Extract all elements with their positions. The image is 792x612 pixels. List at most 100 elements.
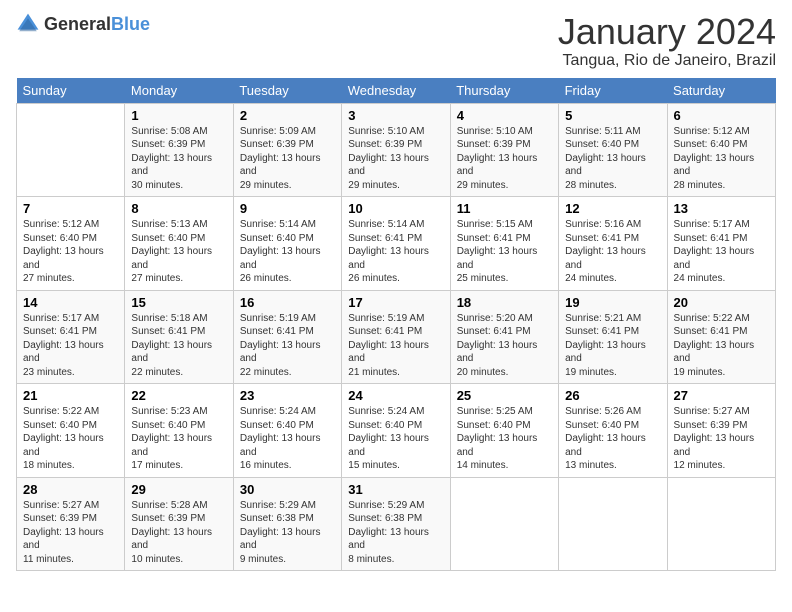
day-number: 13: [674, 201, 769, 216]
day-number: 11: [457, 201, 552, 216]
day-number: 5: [565, 108, 660, 123]
logo: GeneralBlue: [16, 12, 150, 36]
day-number: 27: [674, 388, 769, 403]
calendar-cell: 11 Sunrise: 5:15 AMSunset: 6:41 PMDayligh…: [450, 197, 558, 291]
day-info: Sunrise: 5:13 AMSunset: 6:40 PMDaylight:…: [131, 218, 226, 286]
day-info: Sunrise: 5:12 AMSunset: 6:40 PMDaylight:…: [23, 218, 118, 286]
day-number: 10: [348, 201, 443, 216]
day-info: Sunrise: 5:24 AMSunset: 6:40 PMDaylight:…: [348, 405, 443, 473]
day-number: 14: [23, 295, 118, 310]
calendar-cell: 1 Sunrise: 5:08 AMSunset: 6:39 PMDaylight…: [125, 103, 233, 197]
col-sunday: Sunday: [17, 78, 125, 104]
calendar-cell: 7 Sunrise: 5:12 AMSunset: 6:40 PMDaylight…: [17, 197, 125, 291]
day-info: Sunrise: 5:18 AMSunset: 6:41 PMDaylight:…: [131, 312, 226, 380]
day-number: 19: [565, 295, 660, 310]
calendar-header-row: Sunday Monday Tuesday Wednesday Thursday…: [17, 78, 776, 104]
day-info: Sunrise: 5:22 AMSunset: 6:41 PMDaylight:…: [674, 312, 769, 380]
calendar-cell: 2 Sunrise: 5:09 AMSunset: 6:39 PMDaylight…: [233, 103, 341, 197]
calendar-cell: 3 Sunrise: 5:10 AMSunset: 6:39 PMDaylight…: [342, 103, 450, 197]
day-info: Sunrise: 5:08 AMSunset: 6:39 PMDaylight:…: [131, 125, 226, 193]
calendar-cell: 24 Sunrise: 5:24 AMSunset: 6:40 PMDayligh…: [342, 384, 450, 478]
day-info: Sunrise: 5:14 AMSunset: 6:41 PMDaylight:…: [348, 218, 443, 286]
day-info: Sunrise: 5:10 AMSunset: 6:39 PMDaylight:…: [348, 125, 443, 193]
day-number: 8: [131, 201, 226, 216]
day-info: Sunrise: 5:27 AMSunset: 6:39 PMDaylight:…: [23, 499, 118, 567]
calendar-cell: [450, 477, 558, 571]
calendar-week-4: 21Sunrise: 5:22 AMSunset: 6:40 PMDayligh…: [17, 384, 776, 478]
calendar-week-2: 7 Sunrise: 5:12 AMSunset: 6:40 PMDaylight…: [17, 197, 776, 291]
day-number: 28: [23, 482, 118, 497]
logo-general: GeneralBlue: [44, 14, 150, 35]
day-number: 3: [348, 108, 443, 123]
calendar-cell: 22 Sunrise: 5:23 AMSunset: 6:40 PMDayligh…: [125, 384, 233, 478]
col-wednesday: Wednesday: [342, 78, 450, 104]
day-info: Sunrise: 5:16 AMSunset: 6:41 PMDaylight:…: [565, 218, 660, 286]
calendar-cell: [559, 477, 667, 571]
calendar-cell: 26 Sunrise: 5:26 AMSunset: 6:40 PMDayligh…: [559, 384, 667, 478]
month-title: January 2024: [558, 12, 776, 52]
calendar-cell: 10 Sunrise: 5:14 AMSunset: 6:41 PMDayligh…: [342, 197, 450, 291]
col-thursday: Thursday: [450, 78, 558, 104]
day-number: 29: [131, 482, 226, 497]
calendar-cell: 16Sunrise: 5:19 AMSunset: 6:41 PMDayligh…: [233, 290, 341, 384]
calendar-cell: 14 Sunrise: 5:17 AMSunset: 6:41 PMDayligh…: [17, 290, 125, 384]
calendar-cell: 4 Sunrise: 5:10 AMSunset: 6:39 PMDaylight…: [450, 103, 558, 197]
day-info: Sunrise: 5:10 AMSunset: 6:39 PMDaylight:…: [457, 125, 552, 193]
day-info: Sunrise: 5:25 AMSunset: 6:40 PMDaylight:…: [457, 405, 552, 473]
calendar-cell: 28 Sunrise: 5:27 AMSunset: 6:39 PMDayligh…: [17, 477, 125, 571]
day-info: Sunrise: 5:27 AMSunset: 6:39 PMDaylight:…: [674, 405, 769, 473]
day-info: Sunrise: 5:19 AMSunset: 6:41 PMDaylight:…: [240, 312, 335, 380]
day-info: Sunrise: 5:20 AMSunset: 6:41 PMDaylight:…: [457, 312, 552, 380]
day-info: Sunrise: 5:22 AMSunset: 6:40 PMDaylight:…: [23, 405, 118, 473]
calendar-cell: 27 Sunrise: 5:27 AMSunset: 6:39 PMDayligh…: [667, 384, 775, 478]
day-info: Sunrise: 5:17 AMSunset: 6:41 PMDaylight:…: [23, 312, 118, 380]
calendar-cell: 15Sunrise: 5:18 AMSunset: 6:41 PMDayligh…: [125, 290, 233, 384]
col-monday: Monday: [125, 78, 233, 104]
day-number: 25: [457, 388, 552, 403]
day-number: 4: [457, 108, 552, 123]
calendar-cell: 20 Sunrise: 5:22 AMSunset: 6:41 PMDayligh…: [667, 290, 775, 384]
day-info: Sunrise: 5:28 AMSunset: 6:39 PMDaylight:…: [131, 499, 226, 567]
day-number: 20: [674, 295, 769, 310]
calendar-cell: 13 Sunrise: 5:17 AMSunset: 6:41 PMDayligh…: [667, 197, 775, 291]
day-info: Sunrise: 5:24 AMSunset: 6:40 PMDaylight:…: [240, 405, 335, 473]
calendar-cell: 30Sunrise: 5:29 AMSunset: 6:38 PMDayligh…: [233, 477, 341, 571]
col-friday: Friday: [559, 78, 667, 104]
location-title: Tangua, Rio de Janeiro, Brazil: [558, 52, 776, 70]
day-info: Sunrise: 5:15 AMSunset: 6:41 PMDaylight:…: [457, 218, 552, 286]
day-info: Sunrise: 5:09 AMSunset: 6:39 PMDaylight:…: [240, 125, 335, 193]
day-number: 22: [131, 388, 226, 403]
day-info: Sunrise: 5:19 AMSunset: 6:41 PMDaylight:…: [348, 312, 443, 380]
calendar-cell: 23Sunrise: 5:24 AMSunset: 6:40 PMDayligh…: [233, 384, 341, 478]
day-number: 26: [565, 388, 660, 403]
day-info: Sunrise: 5:11 AMSunset: 6:40 PMDaylight:…: [565, 125, 660, 193]
day-info: Sunrise: 5:26 AMSunset: 6:40 PMDaylight:…: [565, 405, 660, 473]
day-info: Sunrise: 5:17 AMSunset: 6:41 PMDaylight:…: [674, 218, 769, 286]
day-info: Sunrise: 5:12 AMSunset: 6:40 PMDaylight:…: [674, 125, 769, 193]
day-number: 31: [348, 482, 443, 497]
calendar-cell: 12 Sunrise: 5:16 AMSunset: 6:41 PMDayligh…: [559, 197, 667, 291]
logo-icon: [16, 12, 40, 36]
day-number: 7: [23, 201, 118, 216]
calendar-cell: [17, 103, 125, 197]
calendar-cell: 6 Sunrise: 5:12 AMSunset: 6:40 PMDaylight…: [667, 103, 775, 197]
calendar-cell: 8 Sunrise: 5:13 AMSunset: 6:40 PMDaylight…: [125, 197, 233, 291]
calendar-cell: 31Sunrise: 5:29 AMSunset: 6:38 PMDayligh…: [342, 477, 450, 571]
col-saturday: Saturday: [667, 78, 775, 104]
day-number: 1: [131, 108, 226, 123]
title-section: January 2024 Tangua, Rio de Janeiro, Bra…: [558, 12, 776, 70]
day-number: 2: [240, 108, 335, 123]
calendar-week-1: 1 Sunrise: 5:08 AMSunset: 6:39 PMDaylight…: [17, 103, 776, 197]
header: GeneralBlue January 2024 Tangua, Rio de …: [16, 12, 776, 70]
day-info: Sunrise: 5:23 AMSunset: 6:40 PMDaylight:…: [131, 405, 226, 473]
day-number: 12: [565, 201, 660, 216]
calendar-cell: 17Sunrise: 5:19 AMSunset: 6:41 PMDayligh…: [342, 290, 450, 384]
day-info: Sunrise: 5:29 AMSunset: 6:38 PMDaylight:…: [240, 499, 335, 567]
calendar-table: Sunday Monday Tuesday Wednesday Thursday…: [16, 78, 776, 572]
calendar-cell: 25 Sunrise: 5:25 AMSunset: 6:40 PMDayligh…: [450, 384, 558, 478]
col-tuesday: Tuesday: [233, 78, 341, 104]
day-number: 6: [674, 108, 769, 123]
day-number: 18: [457, 295, 552, 310]
day-number: 24: [348, 388, 443, 403]
calendar-week-3: 14 Sunrise: 5:17 AMSunset: 6:41 PMDayligh…: [17, 290, 776, 384]
